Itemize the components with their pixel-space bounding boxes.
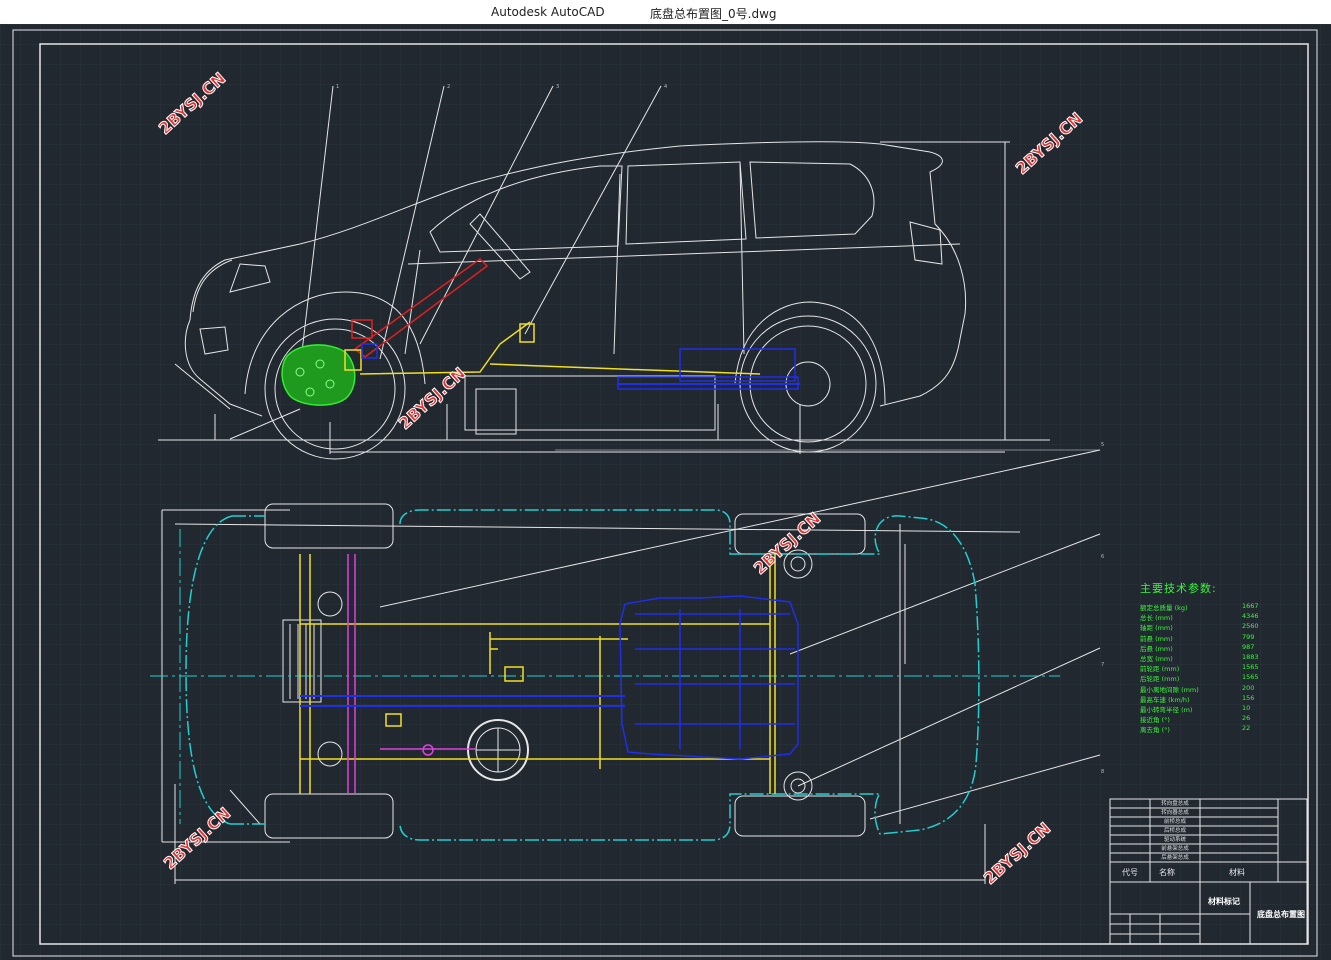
leader-label-5: 5 xyxy=(1101,442,1105,448)
file-name: 底盘总布置图_0号.dwg xyxy=(650,7,777,21)
tech-params-panel: 主要技术参数: 额定总质量 (kg) 1667 总长 (mm) 4346 轴距 (m… xyxy=(1140,580,1259,735)
header-code: 代号 xyxy=(1122,868,1138,877)
param-row: 前轮距 (mm) 1565 xyxy=(1140,663,1259,674)
drawing-svg: 1 2 3 4 xyxy=(0,24,1331,960)
parts-list: 转向盘总成 转向器总成 前桥总成 后桥总成 驱动系统 前悬架总成 后悬架总成 xyxy=(1161,801,1189,861)
header-name: 名称 xyxy=(1159,868,1175,877)
param-row: 总长 (mm) 4346 xyxy=(1140,612,1259,623)
drawing-title: 底盘总布置图 xyxy=(1257,910,1305,919)
drawing-canvas[interactable]: 1 2 3 4 12 34 5 6 7 8 2BYSJ.CN 2BYSJ.CN … xyxy=(0,24,1331,960)
param-row: 总宽 (mm) 1883 xyxy=(1140,652,1259,663)
window-title-bar: Autodesk AutoCAD 底盘总布置图_0号.dwg xyxy=(0,0,1331,24)
leader-label-6: 6 xyxy=(1101,554,1105,560)
param-row: 后轮距 (mm) 1565 xyxy=(1140,673,1259,684)
leader-label-1: 1 xyxy=(336,84,339,90)
tech-params-title: 主要技术参数: xyxy=(1140,582,1217,595)
material-mark: 材料标记 xyxy=(1208,897,1240,906)
leader-label-7: 7 xyxy=(1101,662,1105,668)
leader-label-4: 4 xyxy=(664,84,667,90)
param-row: 最高车速 (km/h) 156 xyxy=(1140,693,1255,704)
leader-label-8: 8 xyxy=(1101,769,1105,775)
leader-label-2: 2 xyxy=(447,84,450,90)
param-row: 轴距 (mm) 2560 xyxy=(1140,622,1259,633)
leader-label-3: 3 xyxy=(556,84,559,90)
param-row: 最小离地间隙 (mm) 200 xyxy=(1140,683,1255,694)
param-row: 最小转弯半径 (m) 10 xyxy=(1140,703,1251,714)
param-row: 前悬 (mm) 799 xyxy=(1140,632,1255,643)
app-name: Autodesk AutoCAD xyxy=(491,5,605,19)
param-row: 额定总质量 (kg) 1667 xyxy=(1140,602,1259,612)
param-row: 接近角 (°) 26 xyxy=(1140,714,1251,725)
param-row: 后悬 (mm) 987 xyxy=(1140,642,1255,653)
param-row: 离去角 (°) 22 xyxy=(1140,724,1251,735)
header-material: 材料 xyxy=(1229,868,1245,877)
